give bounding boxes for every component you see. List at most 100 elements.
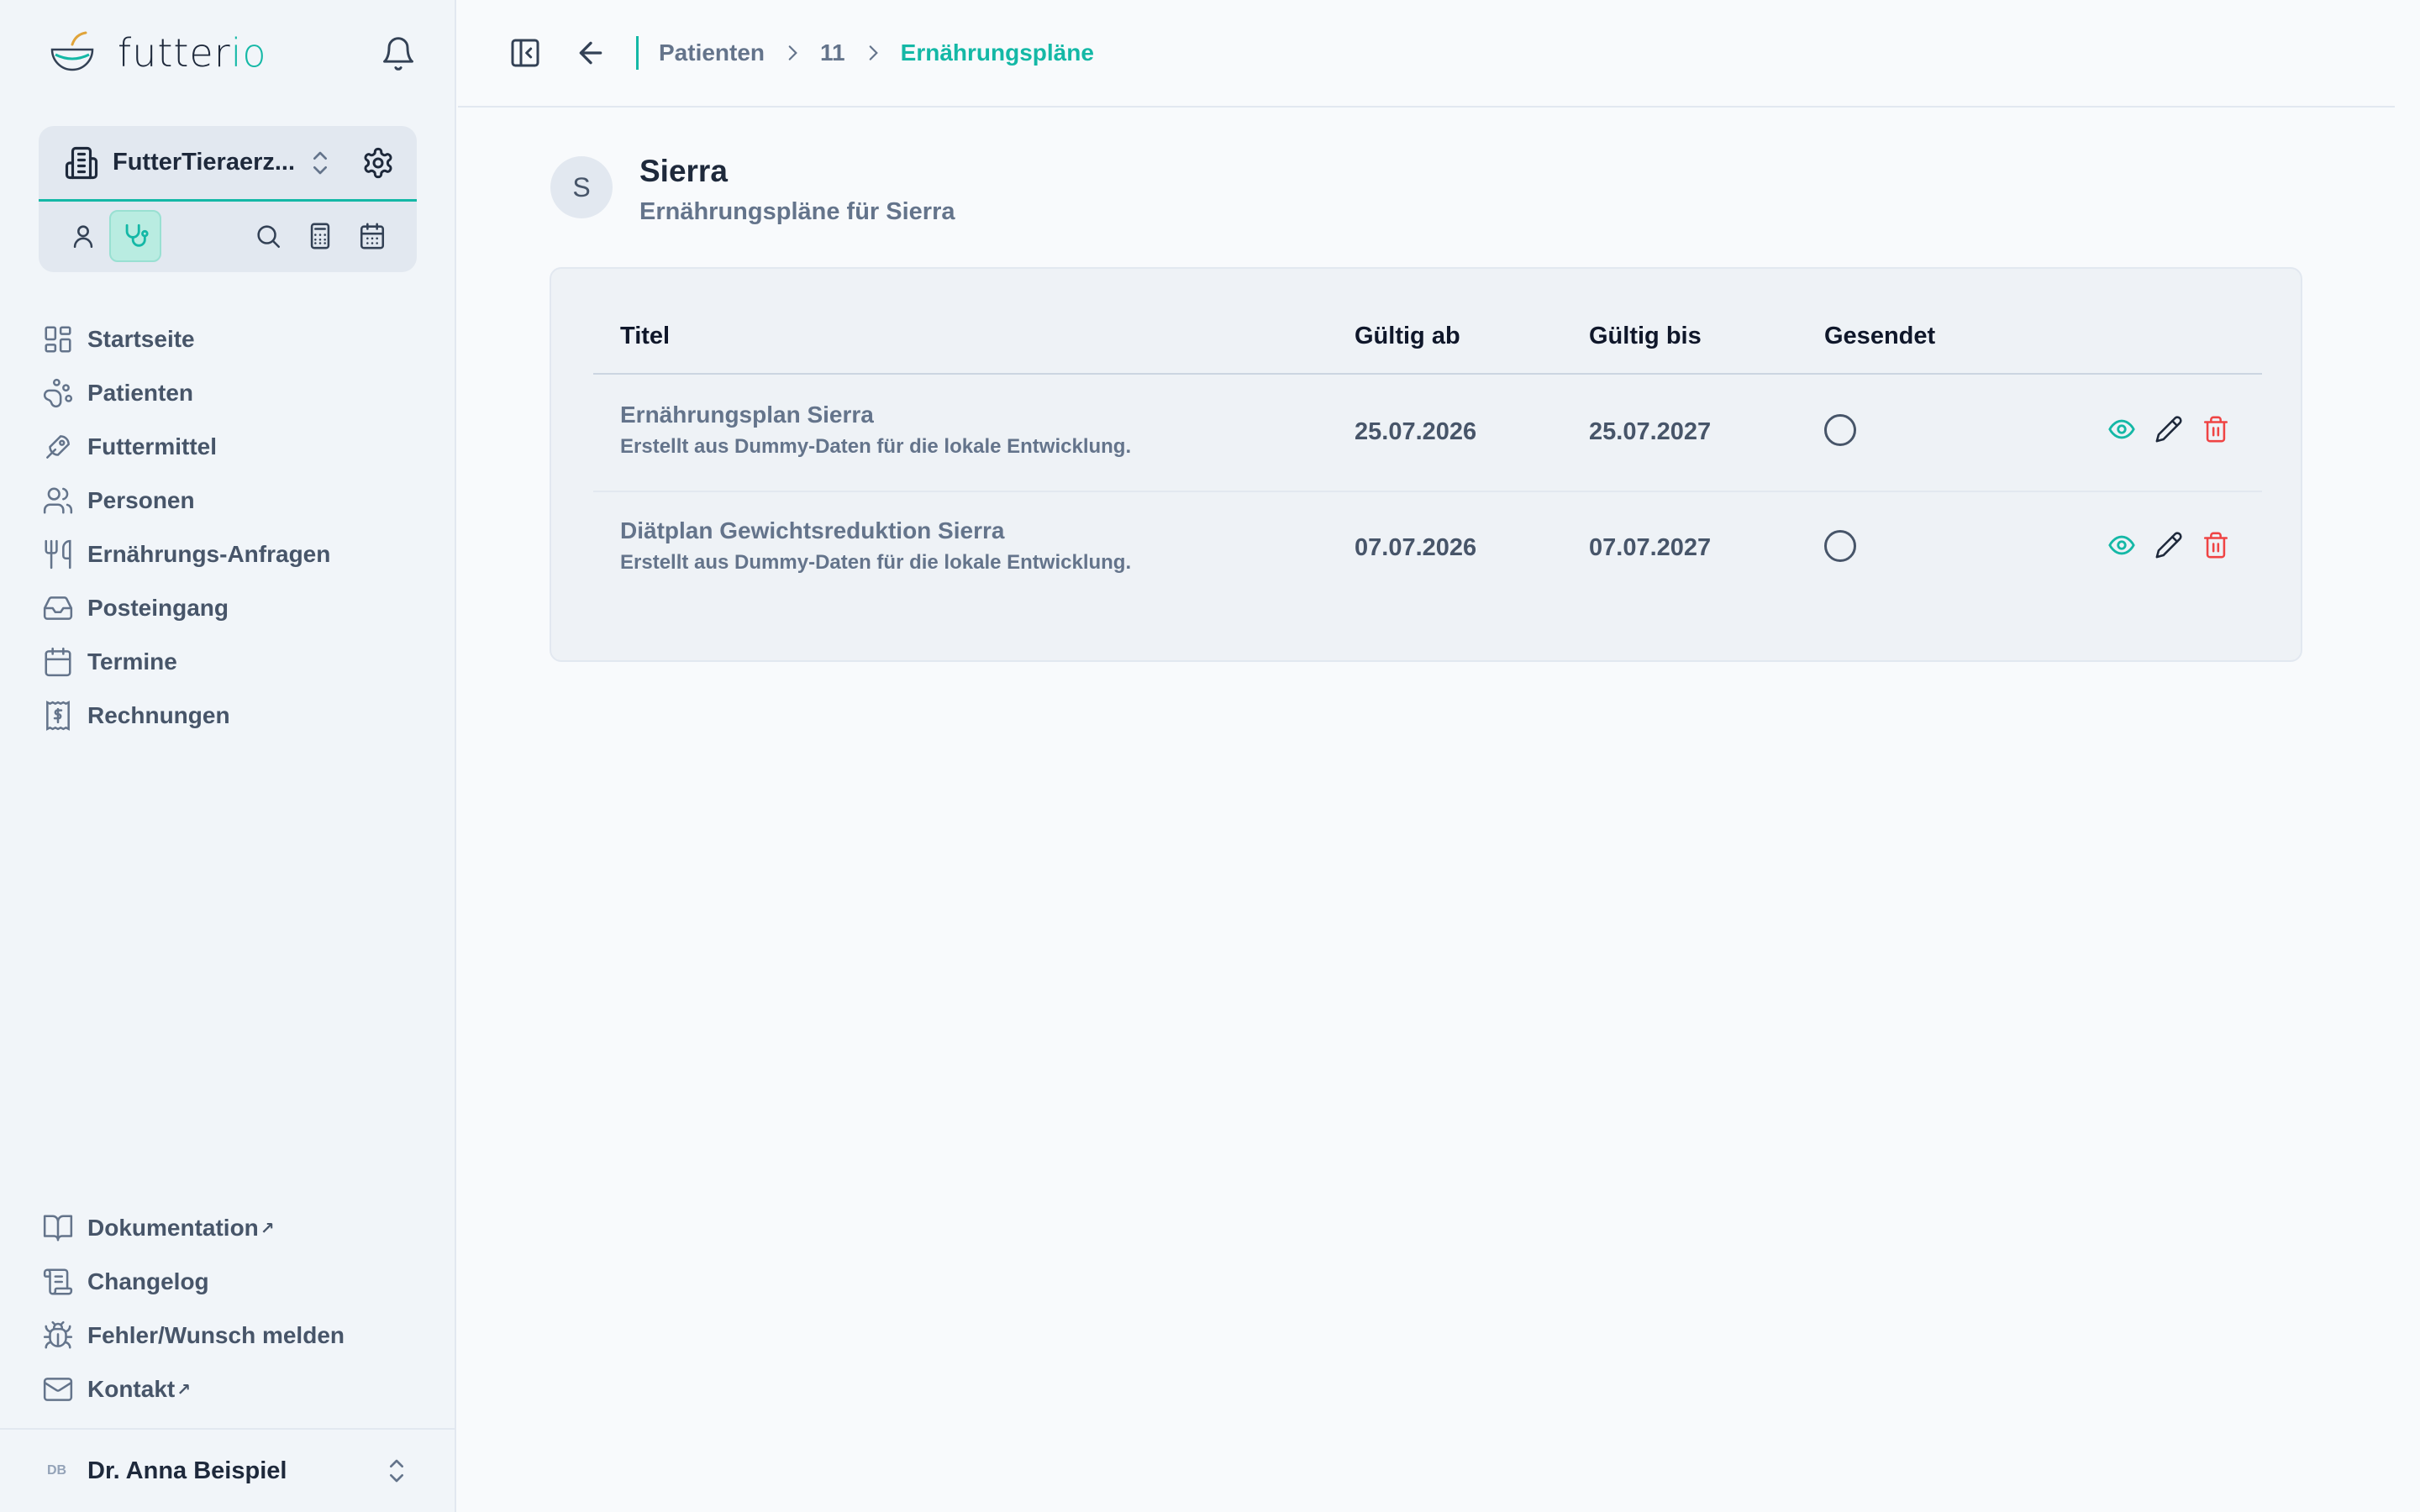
- nav-item-label: Changelog: [87, 1268, 209, 1294]
- column-header-valid-to: Gültig bis: [1589, 323, 1702, 349]
- sidebar-toggle-icon[interactable]: [508, 36, 542, 70]
- secondary-navigation: Dokumentation ↗ Changelog Fehler/Wunsch m…: [42, 1201, 437, 1416]
- nav-item-label: Posteingang: [87, 595, 229, 621]
- nav-item-posteingang[interactable]: Posteingang: [42, 581, 437, 635]
- table-row[interactable]: Ernährungsplan Sierra Erstellt aus Dummy…: [593, 376, 2262, 492]
- main-navigation: Startseite Patienten Futtermittel Person…: [42, 312, 437, 743]
- calendar-button[interactable]: [346, 210, 398, 262]
- table-header: Titel Gültig ab Gültig bis Gesendet: [593, 323, 2262, 375]
- valid-to: 25.07.2027: [1589, 418, 1712, 445]
- nav-item-label: Rechnungen: [87, 702, 230, 728]
- nutrition-plans-table: Titel Gültig ab Gültig bis Gesendet Ernä…: [550, 267, 2302, 662]
- chevron-right-icon: [788, 45, 797, 60]
- vet-view-button[interactable]: [109, 209, 161, 262]
- inbox-icon: [43, 596, 73, 620]
- plan-description: Erstellt aus Dummy-Daten für die lokale …: [620, 435, 1132, 458]
- book-open-icon: [43, 1215, 73, 1242]
- nav-item-fehler-melden[interactable]: Fehler/Wunsch melden: [42, 1309, 437, 1362]
- nav-item-personen[interactable]: Personen: [42, 474, 437, 528]
- nav-item-kontakt[interactable]: Kontakt ↗: [42, 1362, 437, 1416]
- brand-name: futterio: [118, 30, 267, 76]
- topbar: Patienten 11 Ernährungspläne: [458, 0, 2395, 108]
- search-icon: [257, 224, 281, 248]
- page-title: Sierra: [639, 154, 728, 188]
- external-link-icon: ↗: [260, 1219, 275, 1238]
- gear-icon[interactable]: [361, 146, 395, 180]
- organization-switcher: FutterTieraerz...: [39, 126, 417, 272]
- nav-item-label: Startseite: [87, 326, 195, 352]
- divider: [636, 36, 639, 70]
- calendar-icon: [45, 647, 71, 677]
- logo-icon: [50, 31, 94, 71]
- column-header-sent: Gesendet: [1824, 323, 1936, 349]
- nav-item-ernaehrungs-anfragen[interactable]: Ernährungs-Anfragen: [42, 528, 437, 581]
- nav-item-dokumentation[interactable]: Dokumentation ↗: [42, 1201, 437, 1255]
- plan-title: Ernährungsplan Sierra: [620, 402, 874, 428]
- nav-item-rechnungen[interactable]: Rechnungen: [42, 689, 437, 743]
- chevron-up-down-icon: [313, 151, 328, 174]
- mail-icon: [43, 1378, 73, 1401]
- calculator-icon: [310, 223, 330, 249]
- nav-item-label: Patienten: [87, 380, 194, 406]
- external-link-icon: ↗: [176, 1380, 191, 1399]
- nav-item-label: Personen: [87, 487, 195, 513]
- back-arrow-icon[interactable]: [574, 36, 608, 70]
- nav-item-label: Fehler/Wunsch melden: [87, 1322, 345, 1348]
- avatar: S: [550, 156, 613, 218]
- breadcrumb-current: Ernährungspläne: [900, 39, 1094, 66]
- quick-tools: [39, 202, 417, 270]
- nav-item-label: Termine: [87, 648, 177, 675]
- receipt-icon: [46, 701, 70, 731]
- breadcrumb-patienten[interactable]: Patienten: [659, 39, 765, 66]
- nav-item-label: Dokumentation: [87, 1215, 259, 1241]
- eye-icon[interactable]: [2107, 531, 2136, 559]
- dashboard-icon: [45, 326, 71, 353]
- nav-item-futtermittel[interactable]: Futtermittel: [42, 420, 437, 474]
- column-header-title: Titel: [620, 323, 671, 349]
- trash-icon[interactable]: [2202, 531, 2230, 559]
- nav-item-changelog[interactable]: Changelog: [42, 1255, 437, 1309]
- search-button[interactable]: [242, 210, 294, 262]
- calculator-button[interactable]: [294, 210, 346, 262]
- nav-item-patienten[interactable]: Patienten: [42, 366, 437, 420]
- column-header-valid-from: Gültig ab: [1355, 323, 1460, 349]
- patient-header: S Sierra Ernährungspläne für Sierra: [550, 153, 955, 226]
- nav-item-termine[interactable]: Termine: [42, 635, 437, 689]
- page-subtitle: Ernährungspläne für Sierra: [639, 198, 955, 225]
- stethoscope-icon: [125, 223, 149, 247]
- organization-name: FutterTieraerz...: [113, 149, 296, 176]
- plan-description: Erstellt aus Dummy-Daten für die lokale …: [620, 551, 1132, 574]
- avatar: DB: [47, 1463, 67, 1478]
- sent-status-circle-icon: [1824, 530, 1856, 562]
- fork-knife-icon: [45, 539, 71, 570]
- food-can-icon: [46, 435, 70, 459]
- chevron-right-icon: [869, 45, 878, 60]
- table-row[interactable]: Diätplan Gewichtsreduktion Sierra Erstel…: [593, 492, 2262, 608]
- calendar-icon: [360, 223, 385, 249]
- nav-item-startseite[interactable]: Startseite: [42, 312, 437, 366]
- eye-icon[interactable]: [2107, 415, 2136, 444]
- pencil-icon[interactable]: [2154, 415, 2183, 444]
- building-icon: [65, 146, 98, 179]
- valid-from: 07.07.2026: [1355, 534, 1477, 561]
- brand[interactable]: futterio: [47, 25, 417, 81]
- trash-icon[interactable]: [2202, 415, 2230, 444]
- sent-status-circle-icon: [1824, 414, 1856, 446]
- row-actions: [2107, 531, 2230, 559]
- user-menu[interactable]: DB Dr. Anna Beispiel: [0, 1428, 456, 1512]
- organization-select[interactable]: FutterTieraerz...: [39, 126, 417, 202]
- nav-item-label: Futtermittel: [87, 433, 217, 459]
- user-name: Dr. Anna Beispiel: [87, 1457, 287, 1484]
- person-view-button[interactable]: [57, 210, 109, 262]
- users-icon: [43, 487, 73, 514]
- nav-item-label: Kontakt: [87, 1376, 176, 1402]
- breadcrumb-patient-id[interactable]: 11: [820, 39, 845, 66]
- bell-icon[interactable]: [380, 35, 417, 72]
- row-actions: [2107, 415, 2230, 444]
- breadcrumb: Patienten 11 Ernährungspläne: [659, 39, 1094, 66]
- nav-item-label: Ernährungs-Anfragen: [87, 541, 331, 567]
- scroll-icon: [43, 1268, 73, 1295]
- paw-icon: [43, 378, 73, 408]
- pencil-icon[interactable]: [2154, 531, 2183, 559]
- sidebar: futterio FutterTieraerz... Startseite Pa…: [0, 0, 456, 1512]
